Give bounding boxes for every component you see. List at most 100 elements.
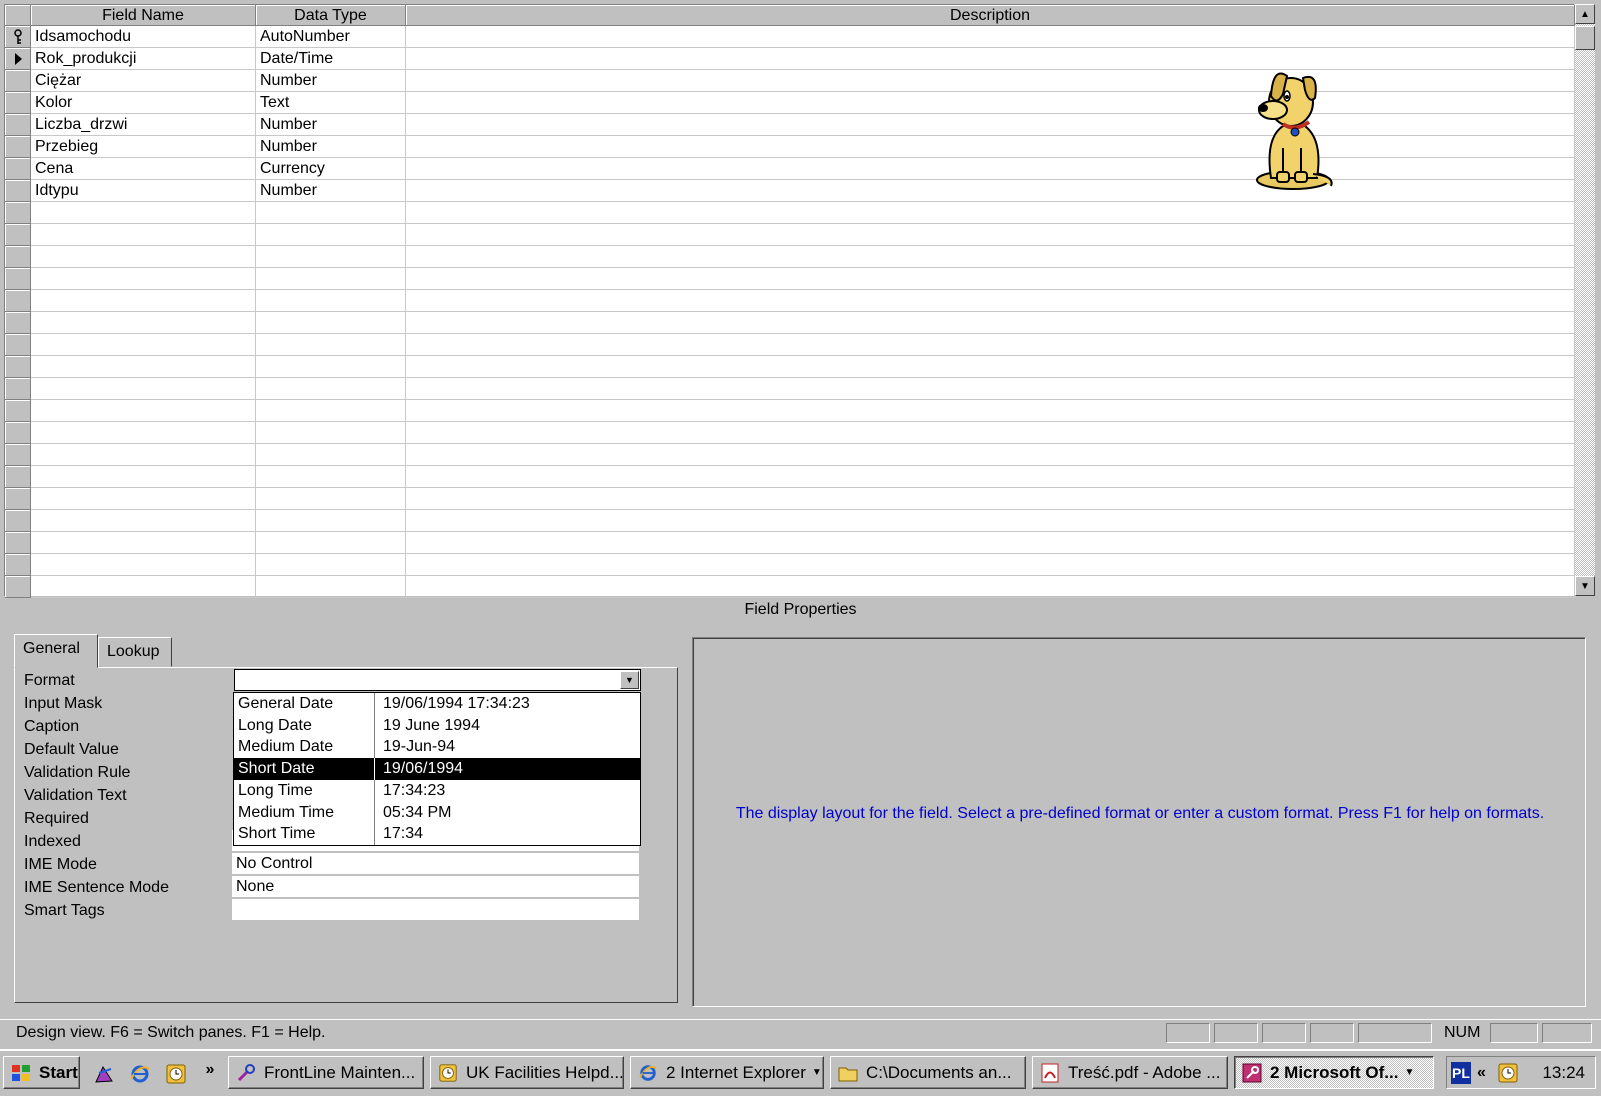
row-selector[interactable] bbox=[5, 180, 31, 202]
scroll-thumb[interactable] bbox=[1575, 26, 1595, 50]
description-cell[interactable] bbox=[406, 202, 1575, 224]
field-name-cell[interactable] bbox=[31, 554, 256, 576]
data-type-cell[interactable] bbox=[256, 202, 406, 224]
empty-field-row[interactable] bbox=[5, 444, 1575, 466]
empty-field-row[interactable] bbox=[5, 356, 1575, 378]
data-type-cell[interactable] bbox=[256, 422, 406, 444]
description-cell[interactable] bbox=[406, 48, 1575, 70]
data-type-cell[interactable] bbox=[256, 334, 406, 356]
row-selector[interactable] bbox=[5, 488, 31, 510]
office-assistant-dog-icon[interactable] bbox=[1243, 68, 1343, 198]
ime-mode-field[interactable]: No Control bbox=[232, 853, 639, 874]
empty-field-row[interactable] bbox=[5, 268, 1575, 290]
field-name-cell[interactable] bbox=[31, 510, 256, 532]
field-name-cell[interactable] bbox=[31, 334, 256, 356]
data-type-cell[interactable] bbox=[256, 510, 406, 532]
smart-tags-field[interactable] bbox=[232, 899, 639, 920]
data-type-cell[interactable] bbox=[256, 268, 406, 290]
data-type-cell[interactable] bbox=[256, 312, 406, 334]
field-name-cell[interactable] bbox=[31, 532, 256, 554]
empty-field-row[interactable] bbox=[5, 400, 1575, 422]
description-cell[interactable] bbox=[406, 158, 1575, 180]
description-cell[interactable] bbox=[406, 444, 1575, 466]
field-name-cell[interactable] bbox=[31, 576, 256, 598]
data-type-cell[interactable]: AutoNumber bbox=[256, 26, 406, 48]
row-selector[interactable] bbox=[5, 400, 31, 422]
description-cell[interactable] bbox=[406, 510, 1575, 532]
description-cell[interactable] bbox=[406, 92, 1575, 114]
data-type-cell[interactable]: Number bbox=[256, 180, 406, 202]
data-type-cell[interactable] bbox=[256, 224, 406, 246]
description-cell[interactable] bbox=[406, 488, 1575, 510]
description-cell[interactable] bbox=[406, 532, 1575, 554]
field-name-cell[interactable] bbox=[31, 488, 256, 510]
row-selector[interactable] bbox=[5, 158, 31, 180]
empty-field-row[interactable] bbox=[5, 224, 1575, 246]
empty-field-row[interactable] bbox=[5, 510, 1575, 532]
field-name-cell[interactable]: Cena bbox=[31, 158, 256, 180]
taskbar-button[interactable]: C:\Documents an... bbox=[830, 1056, 1026, 1089]
data-type-cell[interactable] bbox=[256, 444, 406, 466]
row-selector[interactable] bbox=[5, 48, 31, 70]
data-type-cell[interactable]: Currency bbox=[256, 158, 406, 180]
format-option[interactable]: Short Time 17:34 bbox=[234, 823, 640, 846]
data-type-cell[interactable] bbox=[256, 576, 406, 598]
field-name-cell[interactable] bbox=[31, 422, 256, 444]
vertical-scrollbar[interactable]: ▲ ▼ bbox=[1575, 4, 1595, 596]
taskbar-button[interactable]: 2 Microsoft Of... ▼ bbox=[1234, 1056, 1434, 1089]
tab-general[interactable]: General bbox=[14, 634, 98, 668]
language-indicator[interactable]: PL bbox=[1451, 1062, 1471, 1084]
data-type-cell[interactable]: Date/Time bbox=[256, 48, 406, 70]
row-selector[interactable] bbox=[5, 92, 31, 114]
description-cell[interactable] bbox=[406, 356, 1575, 378]
field-name-cell[interactable] bbox=[31, 466, 256, 488]
field-name-cell[interactable] bbox=[31, 312, 256, 334]
empty-field-row[interactable] bbox=[5, 554, 1575, 576]
description-cell[interactable] bbox=[406, 224, 1575, 246]
description-cell[interactable] bbox=[406, 576, 1575, 598]
quicklaunch-ie-icon[interactable] bbox=[128, 1062, 152, 1086]
start-button[interactable]: Start bbox=[3, 1056, 80, 1089]
empty-field-row[interactable] bbox=[5, 312, 1575, 334]
data-type-cell[interactable]: Number bbox=[256, 136, 406, 158]
scroll-up-button[interactable]: ▲ bbox=[1575, 4, 1595, 24]
description-cell[interactable] bbox=[406, 136, 1575, 158]
field-row[interactable]: Rok_produkcji Date/Time bbox=[5, 48, 1575, 70]
format-dropdown-button[interactable]: ▼ bbox=[620, 671, 639, 689]
field-name-cell[interactable]: Rok_produkcji bbox=[31, 48, 256, 70]
format-option[interactable]: Medium Time 05:34 PM bbox=[234, 801, 640, 824]
row-selector[interactable] bbox=[5, 224, 31, 246]
description-cell[interactable] bbox=[406, 466, 1575, 488]
format-option[interactable]: Medium Date 19-Jun-94 bbox=[234, 736, 640, 759]
field-name-cell[interactable] bbox=[31, 378, 256, 400]
field-name-cell[interactable] bbox=[31, 224, 256, 246]
description-cell[interactable] bbox=[406, 334, 1575, 356]
row-selector[interactable] bbox=[5, 290, 31, 312]
quicklaunch-clock-icon[interactable] bbox=[164, 1062, 188, 1086]
row-selector[interactable] bbox=[5, 268, 31, 290]
row-selector[interactable] bbox=[5, 334, 31, 356]
data-type-cell[interactable]: Text bbox=[256, 92, 406, 114]
taskbar-button[interactable]: FrontLine Mainten... bbox=[228, 1056, 424, 1089]
quicklaunch-more-chevron[interactable]: » bbox=[198, 1058, 222, 1082]
taskbar-button[interactable]: UK Facilities Helpd... bbox=[430, 1056, 624, 1089]
tab-lookup[interactable]: Lookup bbox=[98, 637, 172, 667]
data-type-cell[interactable] bbox=[256, 488, 406, 510]
field-name-cell[interactable] bbox=[31, 356, 256, 378]
description-cell[interactable] bbox=[406, 246, 1575, 268]
row-selector[interactable] bbox=[5, 312, 31, 334]
data-type-cell[interactable] bbox=[256, 400, 406, 422]
tray-clock-app-icon[interactable] bbox=[1497, 1062, 1519, 1089]
format-option[interactable]: Short Date 19/06/1994 bbox=[234, 758, 640, 781]
row-selector[interactable] bbox=[5, 114, 31, 136]
empty-field-row[interactable] bbox=[5, 466, 1575, 488]
field-name-cell[interactable]: Idtypu bbox=[31, 180, 256, 202]
format-combo[interactable]: ▼ bbox=[234, 669, 641, 691]
field-name-cell[interactable] bbox=[31, 400, 256, 422]
data-type-cell[interactable] bbox=[256, 290, 406, 312]
row-selector[interactable] bbox=[5, 532, 31, 554]
description-cell[interactable] bbox=[406, 26, 1575, 48]
taskbar-button[interactable]: Treść.pdf - Adobe ... bbox=[1032, 1056, 1228, 1089]
tray-expand-chevron[interactable]: « bbox=[1477, 1057, 1486, 1088]
empty-field-row[interactable] bbox=[5, 422, 1575, 444]
